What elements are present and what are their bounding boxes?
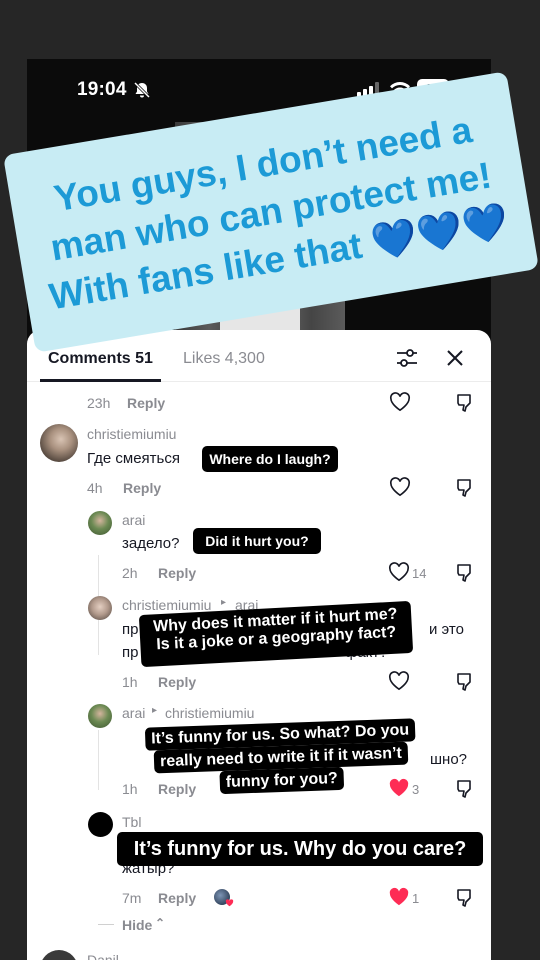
thread-line (98, 730, 99, 790)
avatar[interactable] (88, 596, 112, 620)
comment-time: 23h (87, 395, 111, 411)
reply-button[interactable]: Reply (158, 890, 196, 906)
dislike-icon[interactable] (455, 562, 475, 582)
muted-bell-icon (133, 81, 151, 99)
translation-caption: It’s funny for us. So what? Do you reall… (127, 714, 436, 803)
like-count: 14 (412, 566, 427, 581)
comment-username[interactable]: arai (122, 512, 145, 528)
comment-username[interactable]: Danil (87, 952, 119, 960)
avatar[interactable] (40, 950, 78, 960)
avatar[interactable] (88, 511, 112, 535)
heart-icon[interactable] (389, 392, 411, 412)
comment-text: Где смеяться (87, 450, 180, 467)
comment-time: 7m (122, 890, 142, 906)
close-icon[interactable] (445, 348, 465, 368)
reply-button[interactable]: Reply (123, 480, 161, 496)
tab-comments[interactable]: Comments 51 (48, 350, 153, 368)
reply-button[interactable]: Reply (158, 674, 196, 690)
comment-text: задело? (122, 535, 180, 552)
comment-text-start: пр (122, 621, 139, 638)
avatar[interactable] (40, 424, 78, 462)
status-time: 19:04 (77, 79, 127, 100)
avatar[interactable] (88, 704, 112, 728)
comment-time: 1h (122, 674, 138, 690)
reply-arrow-icon: ▸ (152, 705, 158, 716)
dislike-icon[interactable] (455, 778, 475, 798)
translation-caption: It’s funny for us. Why do you care? (117, 832, 483, 866)
dislike-icon[interactable] (455, 477, 475, 497)
reply-button[interactable]: Reply (158, 565, 196, 581)
dislike-icon[interactable] (455, 887, 475, 907)
heart-icon[interactable] (388, 671, 410, 691)
hide-divider (98, 924, 114, 925)
translation-caption: Did it hurt you? (193, 528, 321, 554)
reply-button[interactable]: Reply (127, 395, 165, 411)
comment-username[interactable]: christiemiumiu (87, 426, 176, 442)
comment-text-end: и это (429, 621, 464, 638)
comment-text-tail: шно? (430, 751, 468, 768)
caption-line: funny for you? (219, 766, 345, 795)
heart-icon[interactable] (389, 477, 411, 497)
dislike-icon[interactable] (455, 392, 475, 412)
small-heart-icon (225, 899, 234, 907)
comment-text-line2: пр (122, 644, 139, 661)
heart-icon[interactable] (388, 562, 410, 582)
avatar[interactable] (88, 812, 113, 837)
like-count: 1 (412, 891, 420, 906)
comment-time: 2h (122, 565, 138, 581)
reply-arrow-icon: ▸ (221, 597, 227, 608)
comment-username[interactable]: Tbl (122, 814, 141, 830)
heart-filled-icon[interactable] (388, 887, 410, 907)
chevron-up-icon[interactable]: ⌃ (155, 916, 165, 930)
comment-username[interactable]: arai (122, 705, 145, 721)
tab-likes[interactable]: Likes 4,300 (183, 350, 265, 368)
filter-icon[interactable] (396, 347, 418, 369)
comment-username[interactable]: christiemiumiu (122, 597, 211, 613)
translation-caption: Where do I laugh? (202, 446, 338, 472)
tab-underline (40, 379, 161, 382)
reply-to-username[interactable]: christiemiumiu (165, 705, 254, 721)
hide-replies-button[interactable]: Hide (122, 917, 152, 933)
dislike-icon[interactable] (455, 671, 475, 691)
comment-time: 4h (87, 480, 103, 496)
